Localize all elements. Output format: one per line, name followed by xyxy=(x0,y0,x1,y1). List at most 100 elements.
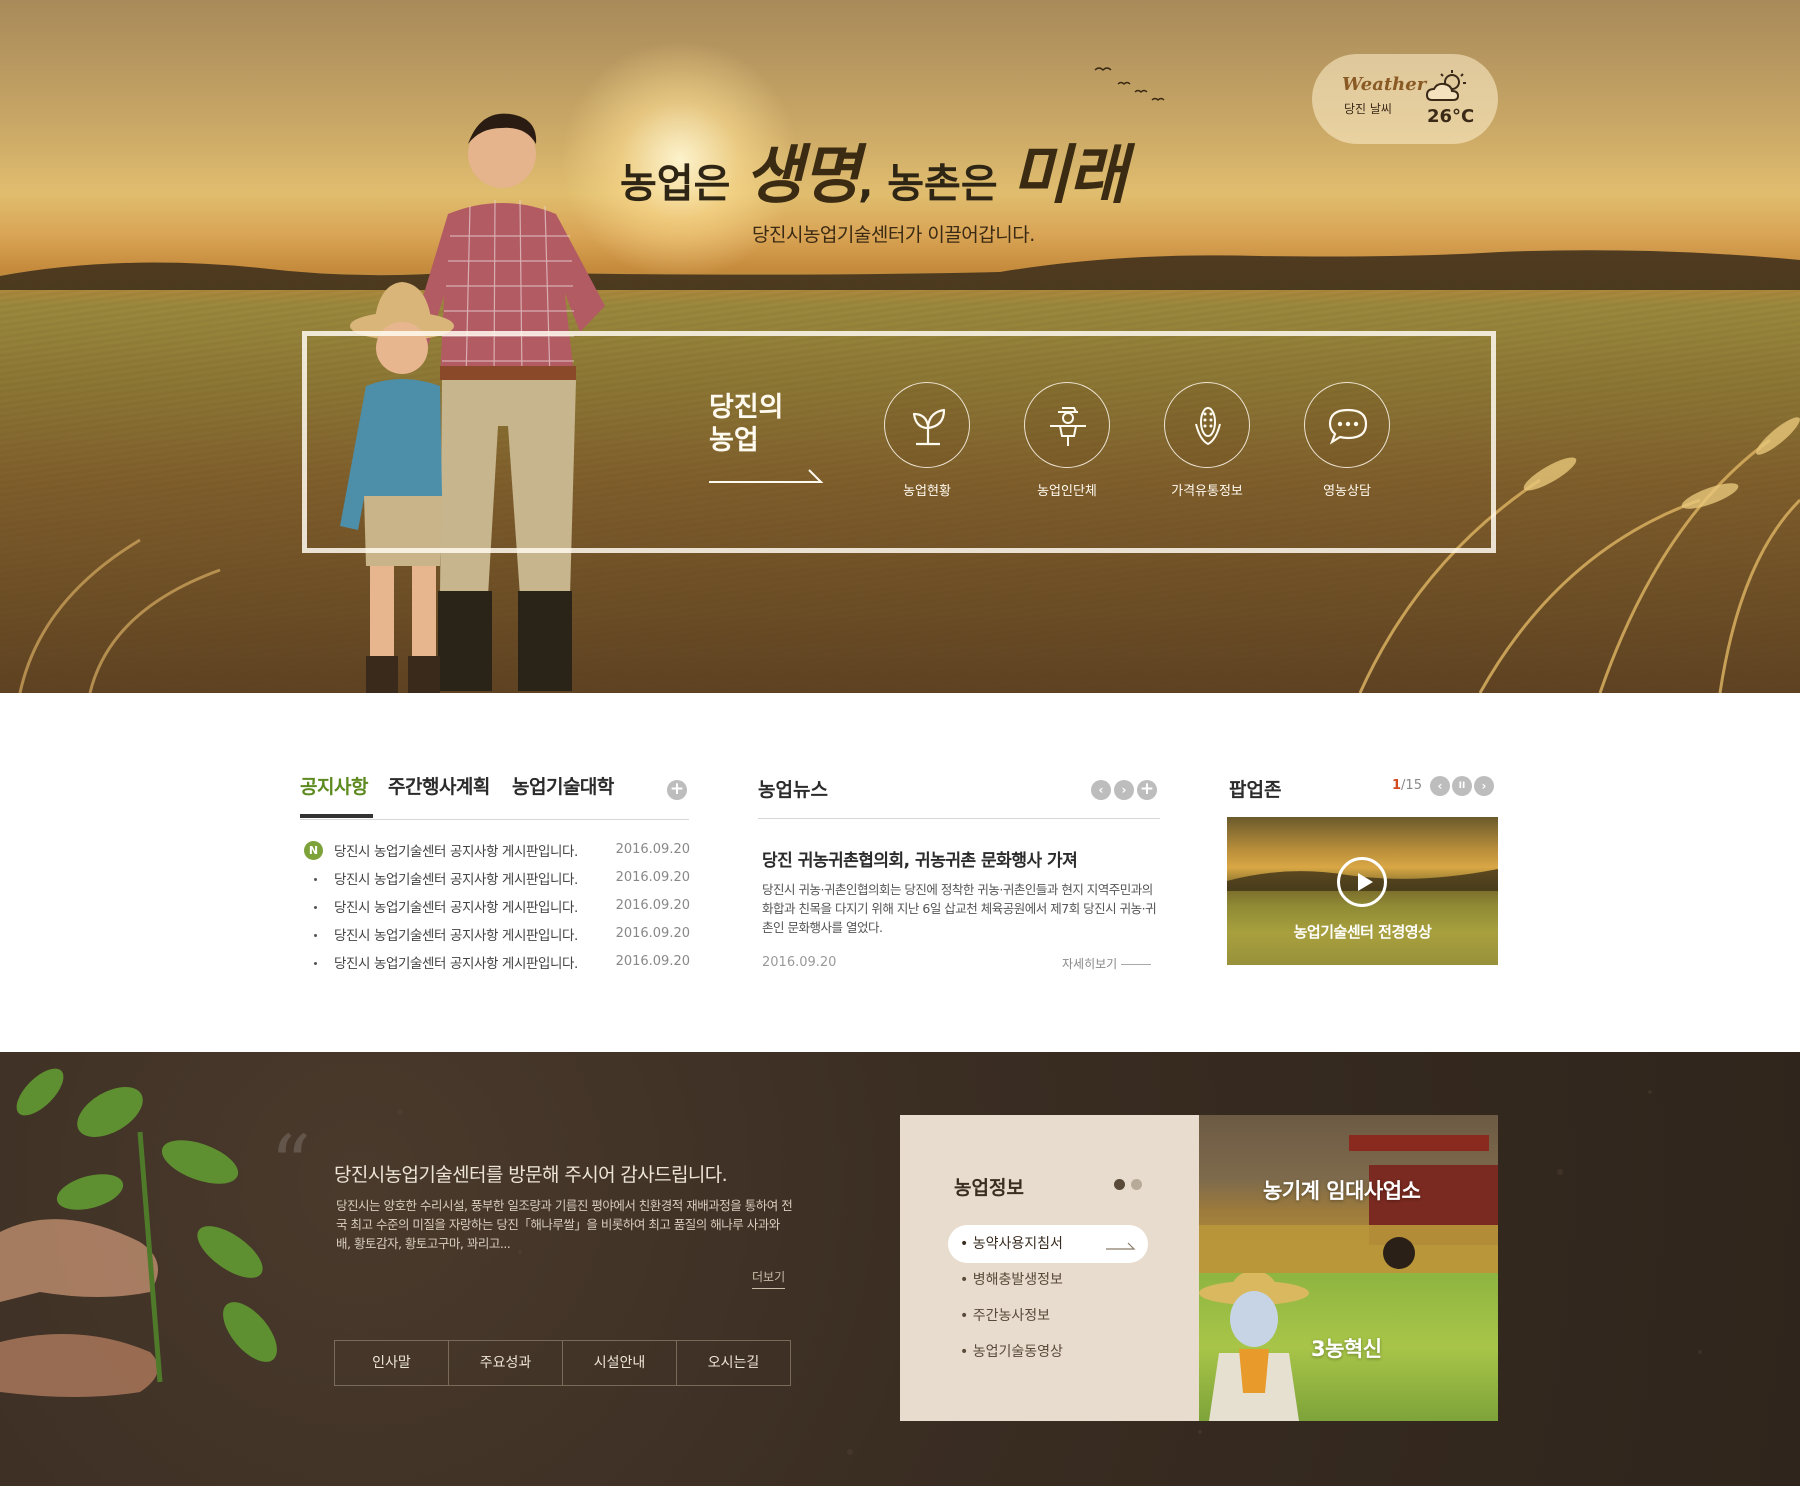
popup-pagination: 1/15 xyxy=(1392,778,1422,793)
notice-more-button[interactable]: + xyxy=(667,780,687,800)
bullet-icon: • xyxy=(960,1308,973,1324)
bullet-icon: • xyxy=(960,1344,973,1360)
quick-link-circle xyxy=(1024,382,1110,468)
new-badge: N xyxy=(304,841,323,860)
popup-pause-button[interactable]: II xyxy=(1452,776,1472,796)
weather-widget[interactable]: Weather 당진 날씨 26°C xyxy=(1312,54,1498,144)
slider-dot-active[interactable] xyxy=(1114,1179,1125,1190)
notice-date: 2016.09.20 xyxy=(615,954,690,969)
notice-list: N 당진시 농업기술센터 공지사항 게시판입니다. 2016.09.20 당진시… xyxy=(300,838,690,978)
tab-notice[interactable]: 공지사항 xyxy=(300,772,368,799)
nav-greeting[interactable]: 인사말 xyxy=(335,1341,449,1385)
welcome-nav: 인사말 주요성과 시설안내 오시는길 xyxy=(334,1340,791,1386)
bullet-icon xyxy=(314,962,317,965)
news-detail-link[interactable]: 자세히보기 xyxy=(1062,955,1152,972)
popup-video-banner[interactable]: 농업기술센터 전경영상 xyxy=(1227,817,1498,965)
quick-links-frame: 당진의 농업 농업현황 농업인단체 가격유통정보 영농상담 xyxy=(302,331,1496,553)
machinery-rental-label: 농기계 임대사업소 xyxy=(1263,1179,1421,1203)
quick-link-label: 영농상담 xyxy=(1323,484,1371,499)
bullet-icon xyxy=(314,934,317,937)
arrow-line-icon xyxy=(1121,964,1152,965)
weather-title: Weather xyxy=(1342,74,1427,95)
news-body: 당진시 귀농·귀촌인협의회는 당진에 정착한 귀농·귀촌인들과 현지 지역주민과… xyxy=(762,882,1157,935)
tab-agri-college[interactable]: 농업기술대학 xyxy=(512,772,614,799)
weather-temperature: 26°C xyxy=(1427,106,1475,127)
info-item-pest-info[interactable]: • 병해충발생정보 xyxy=(948,1261,1148,1299)
headline-word-future: 미래 xyxy=(1011,138,1128,213)
quick-link-label: 농업인단체 xyxy=(1037,484,1097,499)
corn-icon xyxy=(1195,407,1221,446)
news-more-button[interactable]: + xyxy=(1137,780,1157,800)
tab-weekly-events[interactable]: 주간행사계획 xyxy=(388,772,490,799)
arrow-right-icon xyxy=(1106,1242,1136,1250)
notice-item[interactable]: 당진시 농업기술센터 공지사항 게시판입니다. 2016.09.20 xyxy=(300,894,690,922)
news-headline[interactable]: 당진 귀농귀촌협의회, 귀농귀촌 문화행사 가져 xyxy=(762,846,1078,871)
notice-item[interactable]: N 당진시 농업기술센터 공지사항 게시판입니다. 2016.09.20 xyxy=(300,838,690,866)
hero-subtitle: 당진시농업기술센터가 이끌어갑니다. xyxy=(752,224,1035,246)
play-icon[interactable] xyxy=(1337,857,1387,907)
birds-icon xyxy=(1094,67,1165,101)
popup-page-total: /15 xyxy=(1401,778,1422,793)
popup-zone-title: 팝업존 xyxy=(1229,779,1282,801)
notice-item[interactable]: 당진시 농업기술센터 공지사항 게시판입니다. 2016.09.20 xyxy=(300,922,690,950)
quick-link-circle xyxy=(1304,382,1390,468)
bullet-icon xyxy=(314,878,317,881)
active-tab-underline xyxy=(300,814,373,818)
news-detail-label: 자세히보기 xyxy=(1062,957,1118,971)
quick-link-circle xyxy=(1164,382,1250,468)
weather-city: 당진 날씨 xyxy=(1344,102,1392,116)
machinery-rental-banner[interactable]: 농기계 임대사업소 xyxy=(1199,1115,1498,1273)
quick-link-label: 농업현황 xyxy=(903,484,951,499)
quick-link-consulting[interactable]: 영농상담 xyxy=(1287,382,1407,500)
sprout-icon xyxy=(912,408,946,446)
notice-title: 당진시 농업기술센터 공지사항 게시판입니다. xyxy=(334,928,578,944)
notice-title: 당진시 농업기술센터 공지사항 게시판입니다. xyxy=(334,844,578,860)
quick-link-farmer-groups[interactable]: 농업인단체 xyxy=(1007,382,1127,500)
slider-dot[interactable] xyxy=(1131,1179,1142,1190)
quick-links-title: 당진의 농업 xyxy=(709,392,784,456)
popup-page-current: 1 xyxy=(1392,778,1402,793)
info-item-label: 병해충발생정보 xyxy=(972,1272,1063,1288)
wheat-left xyxy=(18,538,221,693)
news-date: 2016.09.20 xyxy=(762,955,837,970)
scarecrow-icon xyxy=(1050,407,1086,446)
info-item-tech-video[interactable]: • 농업기술동영상 xyxy=(948,1333,1148,1371)
partly-cloudy-icon xyxy=(1425,70,1466,101)
quote-mark-icon: “ xyxy=(270,1118,311,1211)
divider xyxy=(758,818,1160,819)
notice-item[interactable]: 당진시 농업기술센터 공지사항 게시판입니다. 2016.09.20 xyxy=(300,950,690,978)
info-item-pesticide-guide[interactable]: • 농약사용지침서 xyxy=(948,1225,1148,1263)
info-item-label: 농업기술동영상 xyxy=(972,1344,1063,1360)
hero-banner: Weather 당진 날씨 26°C 농업은 생명, 농촌은 미래 당진시농업기… xyxy=(0,0,1800,693)
popup-prev-button[interactable]: ‹ xyxy=(1430,776,1450,796)
welcome-body: 당진시는 양호한 수리시설, 풍부한 일조량과 기름진 평야에서 친환경적 재배… xyxy=(336,1198,793,1251)
news-next-button[interactable]: › xyxy=(1114,780,1134,800)
notice-title: 당진시 농업기술센터 공지사항 게시판입니다. xyxy=(334,956,578,972)
notice-title: 당진시 농업기술센터 공지사항 게시판입니다. xyxy=(334,900,578,916)
info-item-weekly-farming[interactable]: • 주간농사정보 xyxy=(948,1297,1148,1335)
news-section-title: 농업뉴스 xyxy=(758,779,828,801)
welcome-title: 당진시농업기술센터를 방문해 주시어 감사드립니다. xyxy=(334,1164,728,1186)
notice-date: 2016.09.20 xyxy=(615,870,690,885)
chat-bubble-icon xyxy=(1328,408,1368,445)
welcome-more-link[interactable]: 더보기 xyxy=(752,1268,786,1289)
headline-word-life: 생명 xyxy=(744,138,860,213)
notice-title: 당진시 농업기술센터 공지사항 게시판입니다. xyxy=(334,872,578,888)
three-agri-innovation-label: 3농혁신 xyxy=(1311,1337,1382,1361)
popup-next-button[interactable]: › xyxy=(1474,776,1494,796)
bullet-icon xyxy=(314,906,317,909)
three-agri-innovation-banner[interactable]: 3농혁신 xyxy=(1199,1273,1498,1421)
notice-date: 2016.09.20 xyxy=(615,842,690,857)
nav-achievements[interactable]: 주요성과 xyxy=(449,1341,563,1385)
nav-facilities[interactable]: 시설안내 xyxy=(563,1341,677,1385)
notice-tabs: 공지사항 주간행사계획 농업기술대학 + xyxy=(300,772,689,820)
bullet-icon: • xyxy=(960,1272,973,1288)
long-arrow-icon xyxy=(709,469,824,483)
quick-link-price-info[interactable]: 가격유통정보 xyxy=(1147,382,1267,500)
notice-item[interactable]: 당진시 농업기술센터 공지사항 게시판입니다. 2016.09.20 xyxy=(300,866,690,894)
quick-link-farm-status[interactable]: 농업현황 xyxy=(867,382,987,500)
info-item-label: 농약사용지침서 xyxy=(972,1236,1063,1252)
news-prev-button[interactable]: ‹ xyxy=(1091,780,1111,800)
nav-directions[interactable]: 오시는길 xyxy=(677,1341,790,1385)
popup-caption: 농업기술센터 전경영상 xyxy=(1293,923,1432,941)
